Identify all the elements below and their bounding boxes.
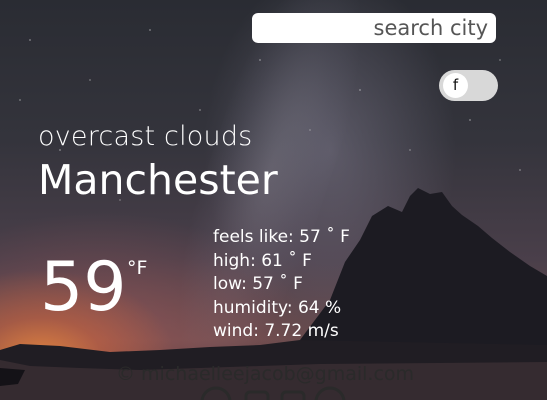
units-toggle[interactable]: f: [439, 70, 498, 101]
weather-details: feels like: 57 ˚ F high: 61 ˚ F low: 57 …: [213, 226, 350, 344]
units-toggle-knob[interactable]: f: [443, 73, 468, 98]
social-icon-1: [200, 386, 232, 400]
temperature-value: 59: [40, 248, 127, 327]
footer-credit: © michaelleejacob@gmail.com: [116, 363, 415, 385]
feels-like-text: feels like: 57 ˚ F: [213, 227, 350, 247]
high-temp-text: high: 61 ˚ F: [213, 250, 312, 271]
search-box[interactable]: [252, 13, 496, 43]
humidity-text: humidity: 64 %: [213, 297, 342, 318]
wind-text: wind: 7.72 m/s: [213, 321, 339, 341]
social-icon-4: [314, 386, 346, 400]
weather-description: overcast clouds: [38, 121, 253, 152]
footer-social-icons: [200, 386, 346, 400]
temperature-unit: °F: [127, 257, 148, 279]
city-name: Manchester: [38, 156, 278, 204]
social-icon-3: [280, 390, 306, 400]
social-icon-2: [244, 390, 270, 400]
search-input[interactable]: [258, 15, 490, 41]
low-temp-text: low: 57 ˚ F: [213, 274, 303, 294]
